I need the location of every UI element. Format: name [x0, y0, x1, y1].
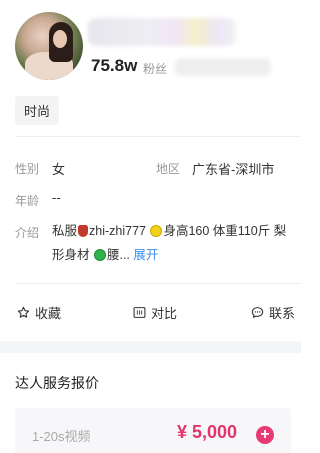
service-section-title: 达人服务报价: [15, 375, 99, 391]
service-item[interactable]: 1-20s视频 ¥ 5,000 +: [15, 408, 291, 453]
intro-part-1: 私服: [52, 224, 78, 238]
category-tag: 时尚: [15, 96, 60, 125]
add-service-button[interactable]: +: [256, 426, 274, 444]
contact-label: 联系: [269, 306, 296, 321]
service-item-price: ¥ 5,000: [177, 422, 238, 442]
collect-button[interactable]: 收藏: [17, 303, 61, 322]
blurred-username: [88, 18, 236, 46]
gender-value: 女: [52, 162, 66, 177]
service-item-label: 1-20s视频: [32, 429, 91, 444]
fans-label: 粉丝: [143, 62, 168, 76]
expand-link[interactable]: 展开: [133, 248, 158, 262]
age-value: --: [52, 190, 61, 205]
compare-label: 对比: [151, 306, 178, 321]
avatar[interactable]: [15, 12, 83, 80]
region-value: 广东省-深圳市: [192, 162, 275, 177]
blurred-id: [175, 58, 271, 76]
divider: [15, 136, 301, 137]
green-circle-emoji-icon: [93, 249, 106, 261]
intro-part-4: 腰...: [106, 248, 130, 262]
section-separator: [0, 341, 301, 353]
intro-part-2: zhi-zhi777: [89, 224, 150, 238]
gender-label: 性别: [15, 162, 40, 176]
yellow-circle-emoji-icon: [150, 225, 163, 237]
fans-count: 75.8w: [91, 56, 138, 75]
compare-icon: [133, 307, 146, 318]
compare-button[interactable]: 对比: [133, 303, 177, 322]
dress-emoji-icon: [78, 225, 89, 237]
divider: [15, 283, 301, 284]
collect-label: 收藏: [35, 306, 62, 321]
chat-icon: [251, 307, 264, 318]
age-label: 年龄: [15, 194, 40, 208]
contact-button[interactable]: 联系: [251, 303, 295, 322]
intro-text: 私服 zhi-zhi777 身高160 体重110斤 梨形身材 腰... 展开: [52, 219, 292, 267]
star-icon: [17, 306, 30, 318]
plus-icon: +: [260, 426, 270, 443]
intro-label: 介绍: [15, 226, 40, 240]
region-label: 地区: [156, 162, 181, 176]
